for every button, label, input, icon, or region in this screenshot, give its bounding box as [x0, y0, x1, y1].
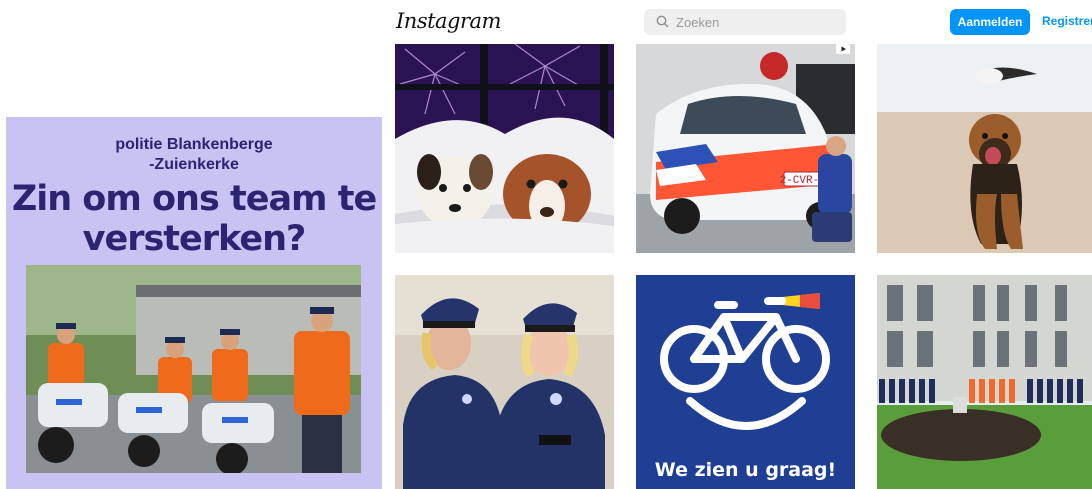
poster-organisation: politie Blankenberge -Zuienkerke — [6, 135, 382, 175]
post-two-officers[interactable] — [395, 275, 614, 489]
post-airedale-beach[interactable] — [877, 44, 1092, 253]
post-group-photo[interactable] — [877, 275, 1092, 489]
search-icon — [656, 15, 669, 33]
instagram-logo[interactable]: Instagram — [396, 9, 501, 33]
poster-org-line2: -Zuienkerke — [149, 156, 239, 173]
search-box[interactable] — [644, 9, 846, 35]
instagram-header: Instagram Aanmelden Registreren — [382, 0, 1092, 44]
post-dogs-blanket[interactable] — [395, 44, 614, 253]
poster-motorcycle-police-photo — [26, 265, 361, 473]
reel-icon — [836, 44, 850, 54]
register-link[interactable]: Registreren — [1042, 14, 1092, 28]
bike-caption: We zien u graag! — [654, 459, 837, 481]
post-bicycle-smiley[interactable]: We zien u graag! — [636, 275, 855, 489]
post-police-car[interactable]: 2-CVR-33 — [636, 44, 855, 253]
search-input[interactable] — [676, 13, 836, 31]
poster-headline: Zin om ons team te versterken? — [6, 179, 382, 259]
poster-org-line1: politie Blankenberge — [115, 136, 273, 153]
poster-headline-line1: Zin om ons team te — [11, 179, 377, 219]
recruitment-poster: politie Blankenberge -Zuienkerke Zin om … — [6, 117, 382, 489]
poster-headline-line2: versterken? — [82, 219, 307, 259]
login-button[interactable]: Aanmelden — [950, 9, 1030, 35]
